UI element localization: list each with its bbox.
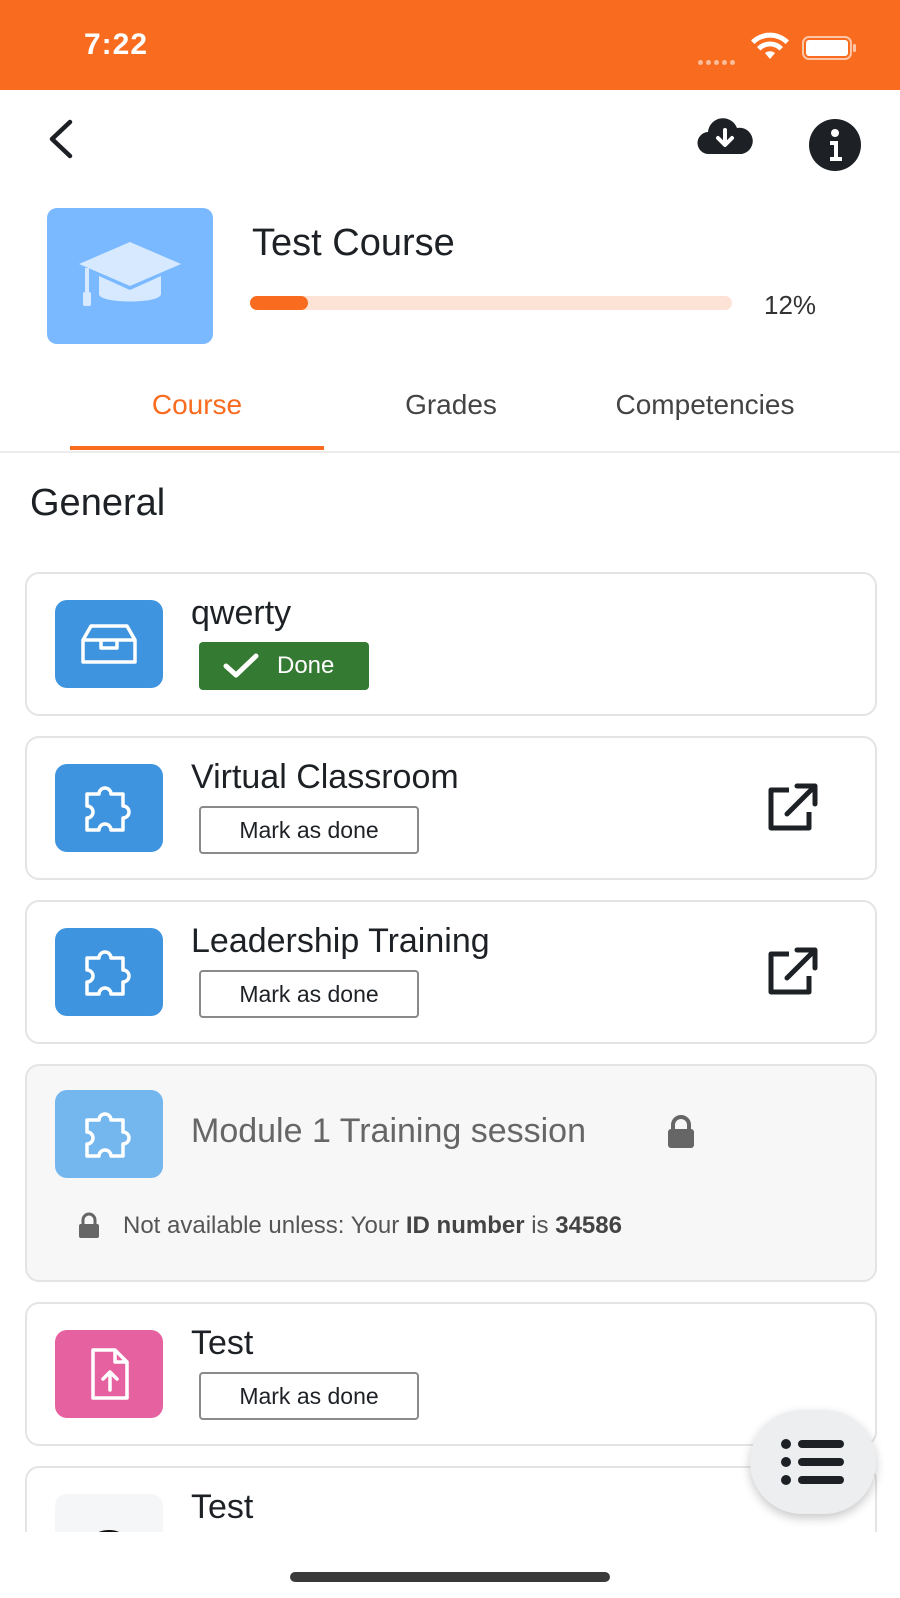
battery-icon <box>802 36 856 60</box>
module-card-training-session[interactable]: Module 1 Training session Not available … <box>25 1064 877 1282</box>
mark-as-done-button[interactable]: Mark as done <box>199 970 419 1018</box>
progress-bar <box>250 296 732 310</box>
done-badge: Done <box>199 642 369 690</box>
signal-icon <box>698 52 738 65</box>
lock-icon <box>79 1212 99 1238</box>
status-time: 7:22 <box>84 28 149 61</box>
section-title: General <box>30 482 166 524</box>
done-badge-label: Done <box>277 652 335 679</box>
tab-grades[interactable]: Grades <box>324 389 578 421</box>
external-link-icon[interactable] <box>765 946 823 998</box>
lock-icon <box>668 1115 694 1148</box>
puzzle-icon <box>85 786 131 832</box>
info-icon[interactable] <box>808 118 862 172</box>
progress-bar-fill <box>250 296 308 310</box>
mark-as-done-button[interactable]: Mark as done <box>199 1372 419 1420</box>
course-image <box>47 208 213 344</box>
course-index-fab[interactable] <box>750 1410 876 1514</box>
restriction-prefix: Not available unless: Your <box>123 1212 406 1239</box>
mark-as-done-button[interactable]: Mark as done <box>199 806 419 854</box>
assignment-icon <box>91 1348 129 1400</box>
module-card-leadership-training[interactable]: Leadership Training Mark as done <box>25 900 877 1044</box>
status-bar: 7:22 <box>0 0 900 90</box>
back-arrow-icon[interactable] <box>40 116 86 162</box>
module-icon <box>55 1330 163 1418</box>
tab-competencies[interactable]: Competencies <box>578 389 832 421</box>
module-icon <box>55 764 163 852</box>
nav-bar <box>0 90 900 190</box>
bottom-safe-area <box>0 1532 900 1598</box>
wifi-icon <box>751 32 789 59</box>
tab-course[interactable]: Course <box>70 389 324 421</box>
module-card-test-assignment[interactable]: Test Mark as done <box>25 1302 877 1446</box>
box-icon <box>81 624 137 664</box>
module-icon <box>55 1090 163 1178</box>
course-title: Test Course <box>252 222 455 264</box>
restriction-value: 34586 <box>555 1212 622 1239</box>
module-title[interactable]: Virtual Classroom <box>191 758 459 797</box>
external-link-icon[interactable] <box>765 782 823 834</box>
tab-bar: Course Grades Competencies <box>0 375 900 453</box>
puzzle-icon <box>85 950 131 996</box>
module-title[interactable]: Module 1 Training session <box>191 1112 586 1151</box>
module-title[interactable]: Leadership Training <box>191 922 490 961</box>
module-icon <box>55 928 163 1016</box>
puzzle-icon <box>85 1112 131 1158</box>
active-tab-indicator <box>70 446 324 450</box>
module-card-qwerty[interactable]: qwerty Done <box>25 572 877 716</box>
module-card-virtual-classroom[interactable]: Virtual Classroom Mark as done <box>25 736 877 880</box>
home-indicator <box>290 1572 610 1582</box>
restriction-field: ID number <box>405 1212 525 1239</box>
restriction-middle: is <box>524 1212 556 1239</box>
restriction-note: Not available unless: Your ID number is … <box>75 1212 622 1240</box>
module-title[interactable]: Test <box>191 1324 253 1363</box>
graduation-cap-icon <box>79 242 181 306</box>
list-icon <box>781 1439 844 1485</box>
cloud-download-icon[interactable] <box>695 114 755 162</box>
module-icon <box>55 600 163 688</box>
module-title[interactable]: Test <box>191 1488 253 1527</box>
checkmark-icon <box>223 653 259 678</box>
progress-percent: 12% <box>764 290 817 320</box>
module-title[interactable]: qwerty <box>191 594 291 633</box>
course-header: Test Course 12% <box>0 208 900 348</box>
